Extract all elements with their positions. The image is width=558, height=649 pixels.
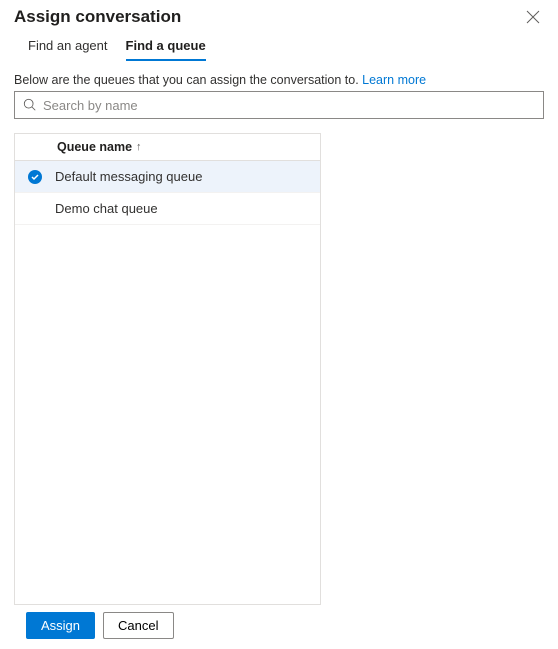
instruction-text: Below are the queues that you can assign… [14,73,544,87]
assign-button[interactable]: Assign [26,612,95,639]
learn-more-link[interactable]: Learn more [362,73,426,87]
dialog-title: Assign conversation [14,7,181,27]
close-icon [526,10,540,24]
selected-check-icon [27,169,43,185]
search-input[interactable] [43,98,535,113]
tab-find-queue[interactable]: Find a queue [126,36,206,61]
table-row[interactable]: Demo chat queue [15,193,320,225]
column-header-queue-name[interactable]: Queue name ↑ [15,134,320,161]
tab-find-agent[interactable]: Find an agent [28,36,108,61]
search-field[interactable] [14,91,544,119]
cancel-button[interactable]: Cancel [103,612,173,639]
table-row[interactable]: Default messaging queue [15,161,320,193]
queue-table: Queue name ↑ Default messaging queue Dem… [14,133,321,605]
close-button[interactable] [522,6,544,28]
sort-ascending-icon: ↑ [136,141,142,153]
search-icon [23,98,37,112]
dialog-footer: Assign Cancel [26,612,174,639]
instruction-body: Below are the queues that you can assign… [14,73,362,87]
row-icon-empty [27,201,43,217]
column-header-label: Queue name [57,140,132,154]
row-label: Demo chat queue [55,201,158,216]
row-label: Default messaging queue [55,169,202,184]
tab-bar: Find an agent Find a queue [14,36,544,61]
